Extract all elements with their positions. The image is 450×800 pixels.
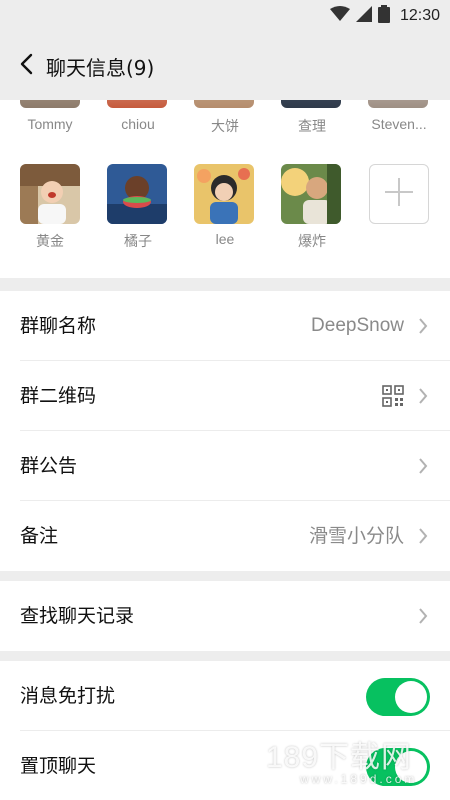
toggle-knob	[395, 751, 427, 783]
group-qr-row[interactable]: 群二维码	[20, 361, 450, 431]
member-name: chiou	[121, 116, 155, 132]
group-name-label: 群聊名称	[20, 315, 97, 337]
pin-label: 置顶聊天	[20, 755, 97, 777]
member-name: 爆炸	[298, 233, 326, 249]
group-name-value: DeepSnow	[311, 315, 404, 336]
member-grid: Tommy chiou 大饼 查理 Steven... 黄金 橘子 lee 爆炸	[0, 100, 450, 278]
member-name: 大饼	[211, 118, 239, 134]
remark-row[interactable]: 备注 滑雪小分队	[20, 501, 450, 571]
remark-label: 备注	[20, 525, 59, 547]
search-card: 查找聊天记录	[0, 581, 450, 651]
chevron-right-icon	[418, 528, 428, 548]
announcement-row[interactable]: 群公告	[20, 431, 450, 501]
toggle-knob	[395, 681, 427, 713]
member-name: lee	[215, 231, 235, 247]
member-avatar-chali[interactable]	[281, 100, 341, 108]
member-avatar-tommy[interactable]	[20, 100, 80, 108]
member-avatar-huangjin[interactable]	[20, 164, 80, 224]
mute-label: 消息免打扰	[20, 685, 116, 707]
chevron-right-icon	[418, 388, 428, 408]
battery-icon	[377, 5, 390, 27]
remark-value: 滑雪小分队	[308, 525, 404, 547]
member-avatar-lee[interactable]	[194, 164, 254, 224]
back-button[interactable]	[14, 52, 38, 80]
chevron-right-icon	[418, 608, 428, 628]
member-name: Tommy	[27, 116, 73, 132]
pin-row: 置顶聊天	[20, 731, 450, 800]
wifi-icon	[329, 6, 350, 26]
mute-toggle[interactable]	[366, 678, 430, 716]
member-name: 查理	[298, 118, 326, 134]
toggle-card: 消息免打扰 置顶聊天	[0, 661, 450, 800]
member-row-partial: Tommy chiou 大饼 查理 Steven...	[0, 100, 450, 150]
status-icons: 12:30	[329, 5, 440, 27]
member-avatar-baozha[interactable]	[281, 164, 341, 224]
member-avatar-dabing[interactable]	[194, 100, 254, 108]
member-avatar-juzi[interactable]	[107, 164, 167, 224]
group-settings-card: 群聊名称 DeepSnow 群二维码 群公告 备注 滑雪小分队	[0, 291, 450, 571]
group-name-row[interactable]: 群聊名称 DeepSnow	[20, 291, 450, 361]
status-time: 12:30	[399, 7, 440, 24]
member-name: Steven...	[371, 116, 427, 132]
nav-bar: 聊天信息(9)	[0, 32, 450, 100]
add-member-button[interactable]	[369, 164, 429, 224]
member-avatar-chiou[interactable]	[107, 100, 167, 108]
group-qr-label: 群二维码	[20, 385, 97, 407]
announcement-label: 群公告	[20, 455, 78, 477]
search-history-row[interactable]: 查找聊天记录	[20, 581, 450, 651]
member-avatar-steven[interactable]	[368, 100, 428, 108]
status-bar: 12:30	[0, 0, 450, 32]
page-title: 聊天信息(9)	[46, 56, 155, 80]
qr-code-icon	[382, 385, 404, 411]
mute-row: 消息免打扰	[20, 661, 450, 731]
chevron-left-icon	[19, 53, 33, 79]
plus-icon	[383, 176, 415, 212]
member-name: 黄金	[36, 233, 64, 249]
chevron-right-icon	[418, 458, 428, 478]
signal-icon	[355, 6, 372, 26]
member-name: 橘子	[124, 233, 152, 249]
search-history-label: 查找聊天记录	[20, 605, 135, 627]
pin-toggle[interactable]	[366, 748, 430, 786]
chevron-right-icon	[418, 318, 428, 338]
